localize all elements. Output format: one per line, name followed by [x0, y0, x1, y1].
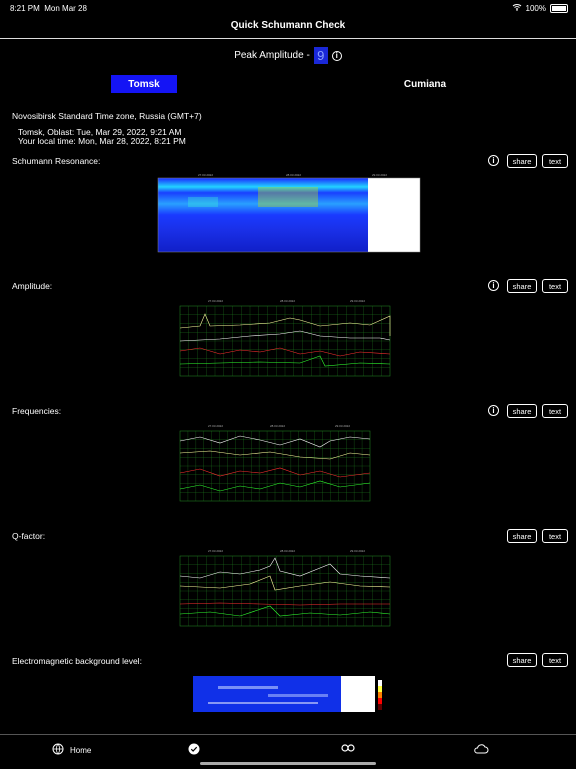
q-date-1: 27.03.2022 [208, 549, 223, 553]
frequencies-chart: 27.03.2022 28.03.2022 29.03.2022 [179, 424, 371, 502]
freq-date-3: 29.03.2022 [335, 424, 350, 428]
cloud-icon [473, 743, 489, 756]
battery-icon [550, 3, 568, 13]
q-date-3: 29.03.2022 [350, 549, 365, 553]
link-icon [341, 743, 355, 755]
tab-check[interactable] [188, 743, 200, 757]
amplitude-info-icon[interactable]: i [488, 280, 499, 291]
section-label-amplitude: Amplitude: [12, 281, 53, 291]
amplitude-share-button[interactable]: share [507, 279, 537, 293]
globe-icon [52, 743, 64, 757]
frequencies-text-button[interactable]: text [542, 404, 568, 418]
schumann-text-button[interactable]: text [542, 154, 568, 168]
peak-value[interactable]: 9 [313, 47, 328, 64]
home-indicator [200, 762, 376, 765]
schumann-share-button[interactable]: share [507, 154, 537, 168]
frequencies-share-button[interactable]: share [507, 404, 537, 418]
tab-bar: Home [0, 734, 576, 769]
schumann-info-icon[interactable]: i [488, 155, 499, 166]
amp-date-3: 29.03.2022 [350, 299, 365, 303]
tab-tomsk[interactable]: Tomsk [111, 75, 177, 93]
section-label-qfactor: Q-factor: [12, 531, 46, 541]
q-date-2: 28.03.2022 [280, 549, 295, 553]
tab-cumiana[interactable]: Cumiana [392, 75, 458, 93]
wifi-icon [512, 3, 522, 13]
tab-home-label: Home [70, 745, 92, 755]
battery-percent: 100% [525, 3, 546, 13]
em-share-button[interactable]: share [507, 653, 537, 667]
amp-date-2: 28.03.2022 [280, 299, 295, 303]
page-title: Quick Schumann Check [230, 20, 346, 31]
local-time-text: Your local time: Mon, Mar 28, 2022, 8:21… [18, 136, 186, 146]
em-background-chart [193, 676, 382, 712]
section-label-schumann: Schumann Resonance: [12, 156, 101, 166]
status-right: 100% [512, 3, 568, 13]
spec-date-3: 29.03.2022 [372, 173, 387, 177]
qfactor-chart: 27.03.2022 28.03.2022 29.03.2022 [179, 549, 391, 627]
schumann-spectrogram: 27.03.2022 28.03.2022 29.03.2022 [157, 173, 421, 253]
amp-date-1: 27.03.2022 [208, 299, 223, 303]
peak-info-icon[interactable]: i [331, 50, 342, 61]
spec-date-1: 27.03.2022 [198, 173, 213, 177]
section-label-em-background: Electromagnetic background level: [12, 656, 142, 666]
tab-link[interactable] [341, 743, 355, 755]
amplitude-text-button[interactable]: text [542, 279, 568, 293]
tab-home[interactable]: Home [52, 743, 91, 757]
spec-date-2: 28.03.2022 [286, 173, 301, 177]
tab-cloud[interactable] [473, 743, 489, 756]
timezone-text: Novosibirsk Standard Time zone, Russia (… [12, 111, 202, 121]
em-text-button[interactable]: text [542, 653, 568, 667]
checkmark-circle-icon [188, 743, 200, 757]
freq-date-2: 28.03.2022 [270, 424, 285, 428]
amplitude-chart: 27.03.2022 28.03.2022 29.03.2022 [179, 299, 391, 377]
peak-amplitude: Peak Amplitude - 9 i [0, 47, 576, 64]
status-bar: 8:21 PM Mon Mar 28 100% [0, 0, 576, 16]
frequencies-info-icon[interactable]: i [488, 405, 499, 416]
status-time-date: 8:21 PM Mon Mar 28 [10, 4, 87, 13]
nav-divider [0, 38, 576, 39]
peak-label: Peak Amplitude - [234, 50, 310, 61]
freq-date-1: 27.03.2022 [208, 424, 223, 428]
qfactor-text-button[interactable]: text [542, 529, 568, 543]
section-label-frequencies: Frequencies: [12, 406, 62, 416]
qfactor-share-button[interactable]: share [507, 529, 537, 543]
